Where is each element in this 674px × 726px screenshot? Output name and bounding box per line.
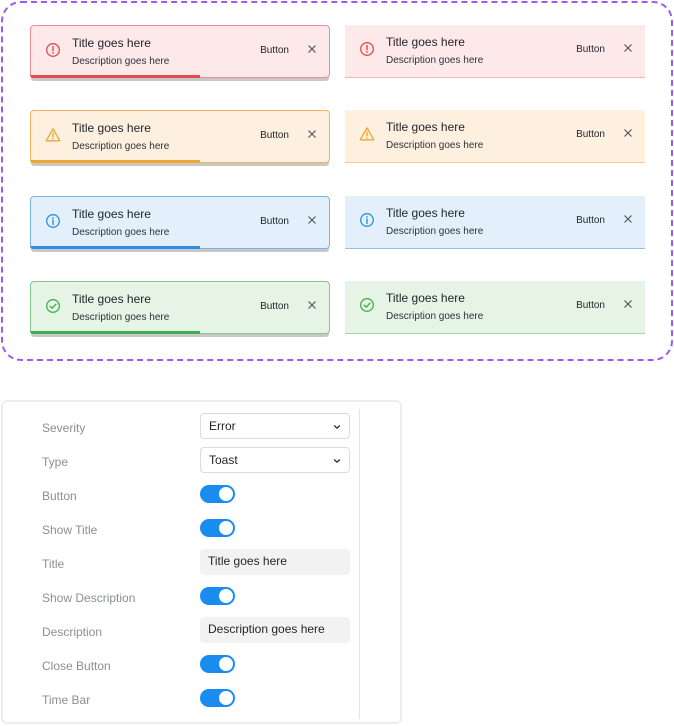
error-circle-icon [45,42,61,58]
notification-action-button[interactable]: Button [576,215,605,226]
error-circle-icon [359,41,375,57]
notification-description: Description goes here [72,141,170,152]
type-select[interactable]: Toast [200,447,350,473]
notification-description: Description goes here [386,226,484,237]
notification-description: Description goes here [386,140,484,151]
notification-action-button[interactable]: Button [576,44,605,55]
notification-action-button[interactable]: Button [260,216,289,227]
chevron-down-icon [333,425,341,429]
title-label: Title [42,557,65,571]
type-value: Toast [209,453,238,467]
toggle-knob [219,521,233,535]
notification-title: Title goes here [386,291,465,305]
error-inline-notification: Title goes here Description goes here Butt… [345,25,645,78]
notification-action-button[interactable]: Button [576,300,605,311]
chevron-down-icon [333,459,341,463]
info-toast-notification: Title goes here Description goes here Butt… [30,196,330,249]
severity-row: Severity Error [3,411,359,445]
toggle-knob [219,657,233,671]
notification-action-button[interactable]: Button [260,130,289,141]
time-bar [30,160,200,163]
close-icon[interactable] [621,212,635,226]
severity-label: Severity [42,421,86,435]
show-description-row: Show Description [3,581,359,615]
properties-panel: Severity Error Type Toast Button Show Ti… [1,400,402,724]
type-label: Type [42,455,69,469]
time-bar [30,331,200,334]
button-row: Button [3,479,359,513]
success-inline-notification: Title goes here Description goes here Butt… [345,281,645,334]
close-icon[interactable] [621,41,635,55]
severity-value: Error [209,419,236,433]
time-bar [30,246,200,249]
warning-toast-notification: Title goes here Description goes here Butt… [30,110,330,163]
show-description-toggle[interactable] [200,587,235,605]
time-bar-row: Time Bar [3,683,359,717]
close-icon[interactable] [305,298,319,312]
close-icon[interactable] [621,126,635,140]
show-title-toggle[interactable] [200,519,235,537]
notification-action-button[interactable]: Button [260,301,289,312]
description-input-value: Description goes here [208,622,325,636]
notification-description: Description goes here [386,55,484,66]
warning-inline-notification: Title goes here Description goes here Butt… [345,110,645,163]
close-button-label: Close Button [42,659,111,673]
title-input-value: Title goes here [208,554,287,568]
close-icon[interactable] [305,127,319,141]
notification-title: Title goes here [72,121,151,135]
check-circle-icon [45,298,61,314]
notification-description: Description goes here [386,311,484,322]
notification-description: Description goes here [72,312,170,323]
success-toast-notification: Title goes here Description goes here Butt… [30,281,330,334]
panel-divider [359,409,360,719]
type-row: Type Toast [3,445,359,479]
button-label: Button [42,489,77,503]
notification-title: Title goes here [386,120,465,134]
info-inline-notification: Title goes here Description goes here Butt… [345,196,645,249]
notification-action-button[interactable]: Button [576,129,605,140]
notification-title: Title goes here [72,292,151,306]
show-title-row: Show Title [3,513,359,547]
notification-action-button[interactable]: Button [260,45,289,56]
toggle-knob [219,691,233,705]
toggle-knob [219,589,233,603]
notification-description: Description goes here [72,227,170,238]
warning-triangle-icon [359,126,375,142]
title-row: Title Title goes here [3,547,359,581]
time-bar-label: Time Bar [42,693,91,707]
show-description-label: Show Description [42,591,136,605]
close-icon[interactable] [305,213,319,227]
description-row: Description Description goes here [3,615,359,649]
time-bar-toggle[interactable] [200,689,235,707]
toggle-knob [219,487,233,501]
severity-select[interactable]: Error [200,413,350,439]
title-input[interactable]: Title goes here [200,549,350,575]
button-toggle[interactable] [200,485,235,503]
close-button-row: Close Button [3,649,359,683]
notification-title: Title goes here [386,35,465,49]
info-circle-icon [45,213,61,229]
notification-title: Title goes here [72,207,151,221]
close-icon[interactable] [621,297,635,311]
error-toast-notification: Title goes here Description goes here Butt… [30,25,330,78]
info-circle-icon [359,212,375,228]
warning-triangle-icon [45,127,61,143]
description-label: Description [42,625,103,639]
notification-title: Title goes here [386,206,465,220]
time-bar [30,75,200,78]
close-icon[interactable] [305,42,319,56]
description-input[interactable]: Description goes here [200,617,350,643]
show-title-label: Show Title [42,523,98,537]
notification-title: Title goes here [72,36,151,50]
check-circle-icon [359,297,375,313]
close-button-toggle[interactable] [200,655,235,673]
notification-description: Description goes here [72,56,170,67]
